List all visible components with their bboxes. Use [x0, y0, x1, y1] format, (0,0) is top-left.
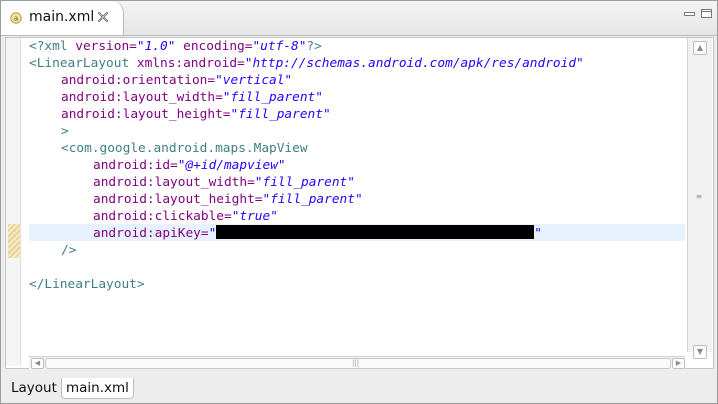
code-line-3: android:orientation="vertical"	[61, 73, 293, 88]
close-icon[interactable]	[97, 11, 109, 23]
svg-text:a: a	[14, 15, 18, 23]
code-line-10: android:layout_height="fill_parent"	[93, 192, 363, 207]
scroll-left-icon[interactable]: ◀	[31, 358, 44, 369]
tab-main-xml[interactable]: a main.xml	[1, 1, 124, 35]
code-line-11: android:clickable="true"	[93, 209, 278, 224]
scroll-grip-icon[interactable]: ≡	[693, 192, 705, 202]
code-line-1: <?xml version="1.0" encoding="utf-8"?>	[29, 39, 322, 54]
code-line-9: android:layout_width="fill_parent"	[93, 175, 355, 190]
tab-layout[interactable]: Layout	[7, 378, 61, 398]
current-line-ruler-marker	[8, 224, 20, 258]
code-line-15: </LinearLayout>	[29, 277, 145, 292]
redacted-api-key	[216, 225, 535, 239]
code-line-8: android:id="@+id/mapview"	[93, 158, 286, 173]
scroll-right-icon[interactable]: ▶	[672, 358, 685, 369]
scroll-grip-icon: |||	[352, 359, 360, 367]
vertical-scrollbar[interactable]: ▲ ≡ ▼	[687, 38, 712, 359]
maximize-icon[interactable]	[701, 9, 712, 18]
code-line-4: android:layout_width="fill_parent"	[61, 90, 323, 105]
code-line-2: <LinearLayout xmlns:android="http://sche…	[29, 56, 584, 71]
editor-window: a main.xml <?xml version="1.0" encoding=…	[0, 0, 718, 404]
code-line-6: >	[61, 124, 69, 139]
scroll-down-icon[interactable]: ▼	[693, 345, 707, 359]
tab-title: main.xml	[29, 9, 95, 25]
code-text-area[interactable]: <?xml version="1.0" encoding="utf-8"?> <…	[29, 38, 685, 353]
minimize-icon[interactable]	[684, 9, 695, 18]
vertical-ruler	[6, 38, 21, 366]
code-line-7: <com.google.android.maps.MapView	[61, 141, 308, 156]
editor-tab-strip: a main.xml	[1, 1, 717, 36]
code-line-12: android:apiKey=" "	[93, 225, 543, 241]
code-line-13: />	[61, 243, 77, 258]
code-line-5: android:layout_height="fill_parent"	[61, 107, 331, 122]
horizontal-scrollbar[interactable]: ◀ ||| ▶	[29, 356, 685, 369]
xml-file-icon: a	[10, 12, 22, 24]
horizontal-scroll-thumb[interactable]: |||	[45, 358, 671, 369]
scroll-up-icon[interactable]: ▲	[693, 41, 707, 55]
xml-source-editor[interactable]: <?xml version="1.0" encoding="utf-8"?> <…	[5, 37, 714, 369]
tab-main-xml-source[interactable]: main.xml	[61, 378, 134, 399]
